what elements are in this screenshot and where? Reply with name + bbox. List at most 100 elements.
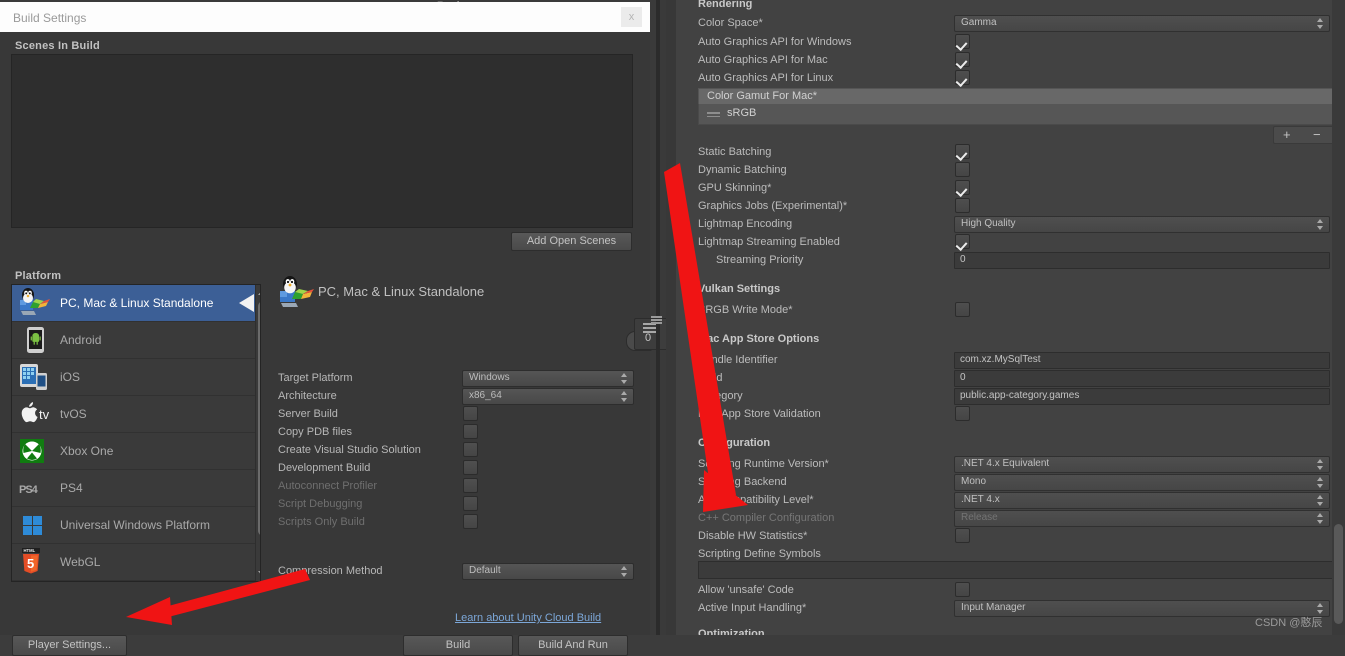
compression-method-dropdown[interactable]: Default — [462, 563, 634, 580]
scripting-define-symbols-label: Scripting Define Symbols — [698, 548, 821, 560]
platform-label: Android — [60, 333, 102, 347]
graphics-jobs-label: Graphics Jobs (Experimental)* — [698, 200, 848, 212]
platform-item-ios[interactable]: iOS — [12, 359, 260, 396]
development-build-checkbox[interactable] — [463, 460, 478, 475]
gpu-skinning-checkbox[interactable] — [955, 180, 970, 195]
platform-list-scrollbar[interactable] — [255, 285, 260, 581]
scripting-runtime-dropdown[interactable]: .NET 4.x Equivalent — [954, 456, 1330, 473]
rendering-header: Rendering — [698, 0, 753, 10]
lightmap-streaming-checkbox[interactable] — [955, 234, 970, 249]
platform-item-partial[interactable]: f — [12, 581, 260, 582]
autoconnect-profiler-row: Autoconnect Profiler — [278, 478, 640, 496]
script-debugging-label: Script Debugging — [278, 498, 363, 510]
streaming-priority-value: 0 — [960, 254, 966, 265]
dynamic-batching-row: Dynamic Batching — [698, 162, 1338, 180]
copy-pdb-checkbox[interactable] — [463, 424, 478, 439]
create-vs-solution-row: Create Visual Studio Solution — [278, 442, 640, 460]
graphics-jobs-checkbox[interactable] — [955, 198, 970, 213]
autoconnect-profiler-label: Autoconnect Profiler — [278, 480, 378, 492]
active-input-handling-row: Active Input Handling* Input Manager — [698, 600, 1338, 618]
inspector-content: Rendering Color Space* Gamma Auto Graphi… — [676, 0, 1338, 635]
inspector-scrollbar[interactable] — [1332, 0, 1345, 635]
auto-graphics-windows-label: Auto Graphics API for Windows — [698, 36, 852, 48]
scrollbar-thumb[interactable] — [258, 301, 260, 536]
scripting-runtime-row: Scripting Runtime Version* .NET 4.x Equi… — [698, 456, 1338, 474]
remove-icon[interactable]: − — [1313, 128, 1321, 142]
architecture-value: x86_64 — [469, 390, 502, 401]
build-settings-dialog: Build Settings x Scenes In Build Add Ope… — [0, 2, 650, 656]
srgb-write-mode-checkbox[interactable] — [955, 302, 970, 317]
create-vs-solution-checkbox[interactable] — [463, 442, 478, 457]
architecture-dropdown[interactable]: x86_64 — [462, 388, 634, 405]
color-gamut-controls: + − — [1273, 126, 1338, 144]
color-gamut-row[interactable]: sRGB — [698, 104, 1338, 125]
streaming-priority-field[interactable]: 0 — [954, 252, 1330, 269]
platform-label: Universal Windows Platform — [60, 518, 211, 532]
lightmap-streaming-row: Lightmap Streaming Enabled — [698, 234, 1338, 252]
build-and-run-button[interactable]: Build And Run — [518, 635, 628, 656]
color-gamut-item-label: sRGB — [727, 107, 757, 119]
scroll-up-icon[interactable] — [258, 289, 260, 295]
auto-graphics-windows-checkbox[interactable] — [955, 34, 970, 49]
build-button[interactable]: Build — [403, 635, 513, 656]
scenes-in-build-list[interactable] — [11, 54, 633, 228]
disable-hw-statistics-checkbox[interactable] — [955, 528, 970, 543]
platform-label: PS4 — [60, 481, 83, 495]
scripting-backend-label: Scripting Backend — [698, 476, 787, 488]
platform-item-uwp[interactable]: Universal Windows Platform — [12, 507, 260, 544]
platform-item-ps4[interactable]: PS4 PS4 — [12, 470, 260, 507]
close-icon[interactable]: x — [621, 7, 642, 27]
menu-icon[interactable] — [643, 323, 657, 333]
mac-app-store-validation-checkbox[interactable] — [955, 406, 970, 421]
scripting-backend-dropdown[interactable]: Mono — [954, 474, 1330, 491]
color-space-dropdown[interactable]: Gamma — [954, 15, 1330, 32]
active-input-handling-label: Active Input Handling* — [698, 602, 807, 614]
player-settings-button[interactable]: Player Settings... — [12, 635, 127, 656]
create-vs-solution-label: Create Visual Studio Solution — [278, 444, 421, 456]
lightmap-encoding-dropdown[interactable]: High Quality — [954, 216, 1330, 233]
add-icon[interactable]: + — [1283, 128, 1291, 142]
platform-item-webgl[interactable]: HTML 5 WebGL — [12, 544, 260, 581]
unity-cloud-build-link[interactable]: Learn about Unity Cloud Build — [455, 612, 601, 624]
scroll-down-icon[interactable] — [258, 571, 260, 577]
bundle-identifier-field[interactable]: com.xz.MySqlTest — [954, 352, 1330, 369]
chevron-updown-icon — [1317, 603, 1324, 614]
platform-item-android[interactable]: Android — [12, 322, 260, 359]
dynamic-batching-checkbox[interactable] — [955, 162, 970, 177]
scripts-only-build-label: Scripts Only Build — [278, 516, 365, 528]
svg-text:PS4: PS4 — [19, 484, 39, 496]
gpu-skinning-label: GPU Skinning* — [698, 182, 772, 194]
platform-label: Xbox One — [60, 444, 114, 458]
platform-item-tvos[interactable]: tv tvOS — [12, 396, 260, 433]
graphics-jobs-row: Graphics Jobs (Experimental)* — [698, 198, 1338, 216]
watermark: CSDN @憨辰 — [1255, 617, 1323, 629]
static-batching-checkbox[interactable] — [955, 144, 970, 159]
drag-handle-icon[interactable] — [707, 112, 720, 117]
compression-method-value: Default — [469, 565, 501, 576]
inspector-scrollbar-thumb[interactable] — [1334, 524, 1343, 624]
configuration-header: Configuration — [698, 437, 771, 449]
scripting-define-symbols-field[interactable] — [698, 561, 1338, 579]
auto-graphics-mac-checkbox[interactable] — [955, 52, 970, 67]
platform-item-standalone[interactable]: PC, Mac & Linux Standalone — [12, 285, 260, 322]
lightmap-streaming-label: Lightmap Streaming Enabled — [698, 236, 840, 248]
server-build-checkbox[interactable] — [463, 406, 478, 421]
auto-graphics-linux-checkbox[interactable] — [955, 70, 970, 85]
allow-unsafe-code-checkbox[interactable] — [955, 582, 970, 597]
mac-app-store-header: Mac App Store Options — [698, 333, 820, 345]
streaming-priority-row: Streaming Priority 0 — [698, 252, 1338, 270]
target-platform-dropdown[interactable]: Windows — [462, 370, 634, 387]
api-compatibility-dropdown[interactable]: .NET 4.x — [954, 492, 1330, 509]
build-number-field[interactable]: 0 — [954, 370, 1330, 387]
optimization-header: Optimization — [698, 628, 765, 635]
gutter-menu-icon[interactable] — [651, 316, 662, 324]
add-open-scenes-button[interactable]: Add Open Scenes — [511, 232, 632, 251]
api-compatibility-value: .NET 4.x — [961, 494, 1000, 505]
category-field[interactable]: public.app-category.games — [954, 388, 1330, 405]
platform-list[interactable]: PC, Mac & Linux Standalone Android iOS t… — [11, 284, 261, 582]
dialog-titlebar[interactable]: Build Settings x — [0, 2, 650, 32]
pc-mac-linux-icon — [18, 288, 52, 318]
allow-unsafe-code-row: Allow 'unsafe' Code — [698, 582, 1338, 600]
platform-item-xbox[interactable]: Xbox One — [12, 433, 260, 470]
lightmap-encoding-value: High Quality — [961, 218, 1016, 229]
